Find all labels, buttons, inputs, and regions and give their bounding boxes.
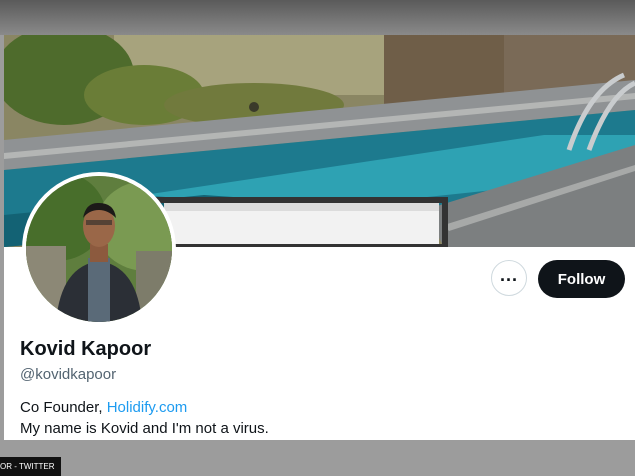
user-handle: @kovidkapoor — [20, 366, 117, 383]
source-caption: OR - TWITTER — [0, 457, 61, 476]
follow-button[interactable]: Follow — [538, 260, 625, 298]
follow-button-label: Follow — [557, 270, 606, 288]
browser-top-edge — [0, 0, 635, 35]
profile-bio: Co Founder, Holidify.com My name is Kovi… — [20, 397, 269, 439]
avatar[interactable] — [22, 172, 176, 326]
bio-line-1: Co Founder, Holidify.com — [20, 397, 269, 418]
more-options-button[interactable]: ... — [491, 260, 527, 296]
more-icon: ... — [499, 264, 518, 285]
twitter-profile-card: ... Follow Kovid Kapoor @kovidkapoor Co … — [4, 35, 635, 440]
bio-line-2: My name is Kovid and I'm not a virus. — [20, 420, 269, 437]
display-name: Kovid Kapoor — [20, 338, 152, 360]
avatar-photo — [26, 176, 172, 322]
bio-prefix: Co Founder, — [20, 399, 107, 416]
bio-link[interactable]: Holidify.com — [107, 399, 188, 416]
